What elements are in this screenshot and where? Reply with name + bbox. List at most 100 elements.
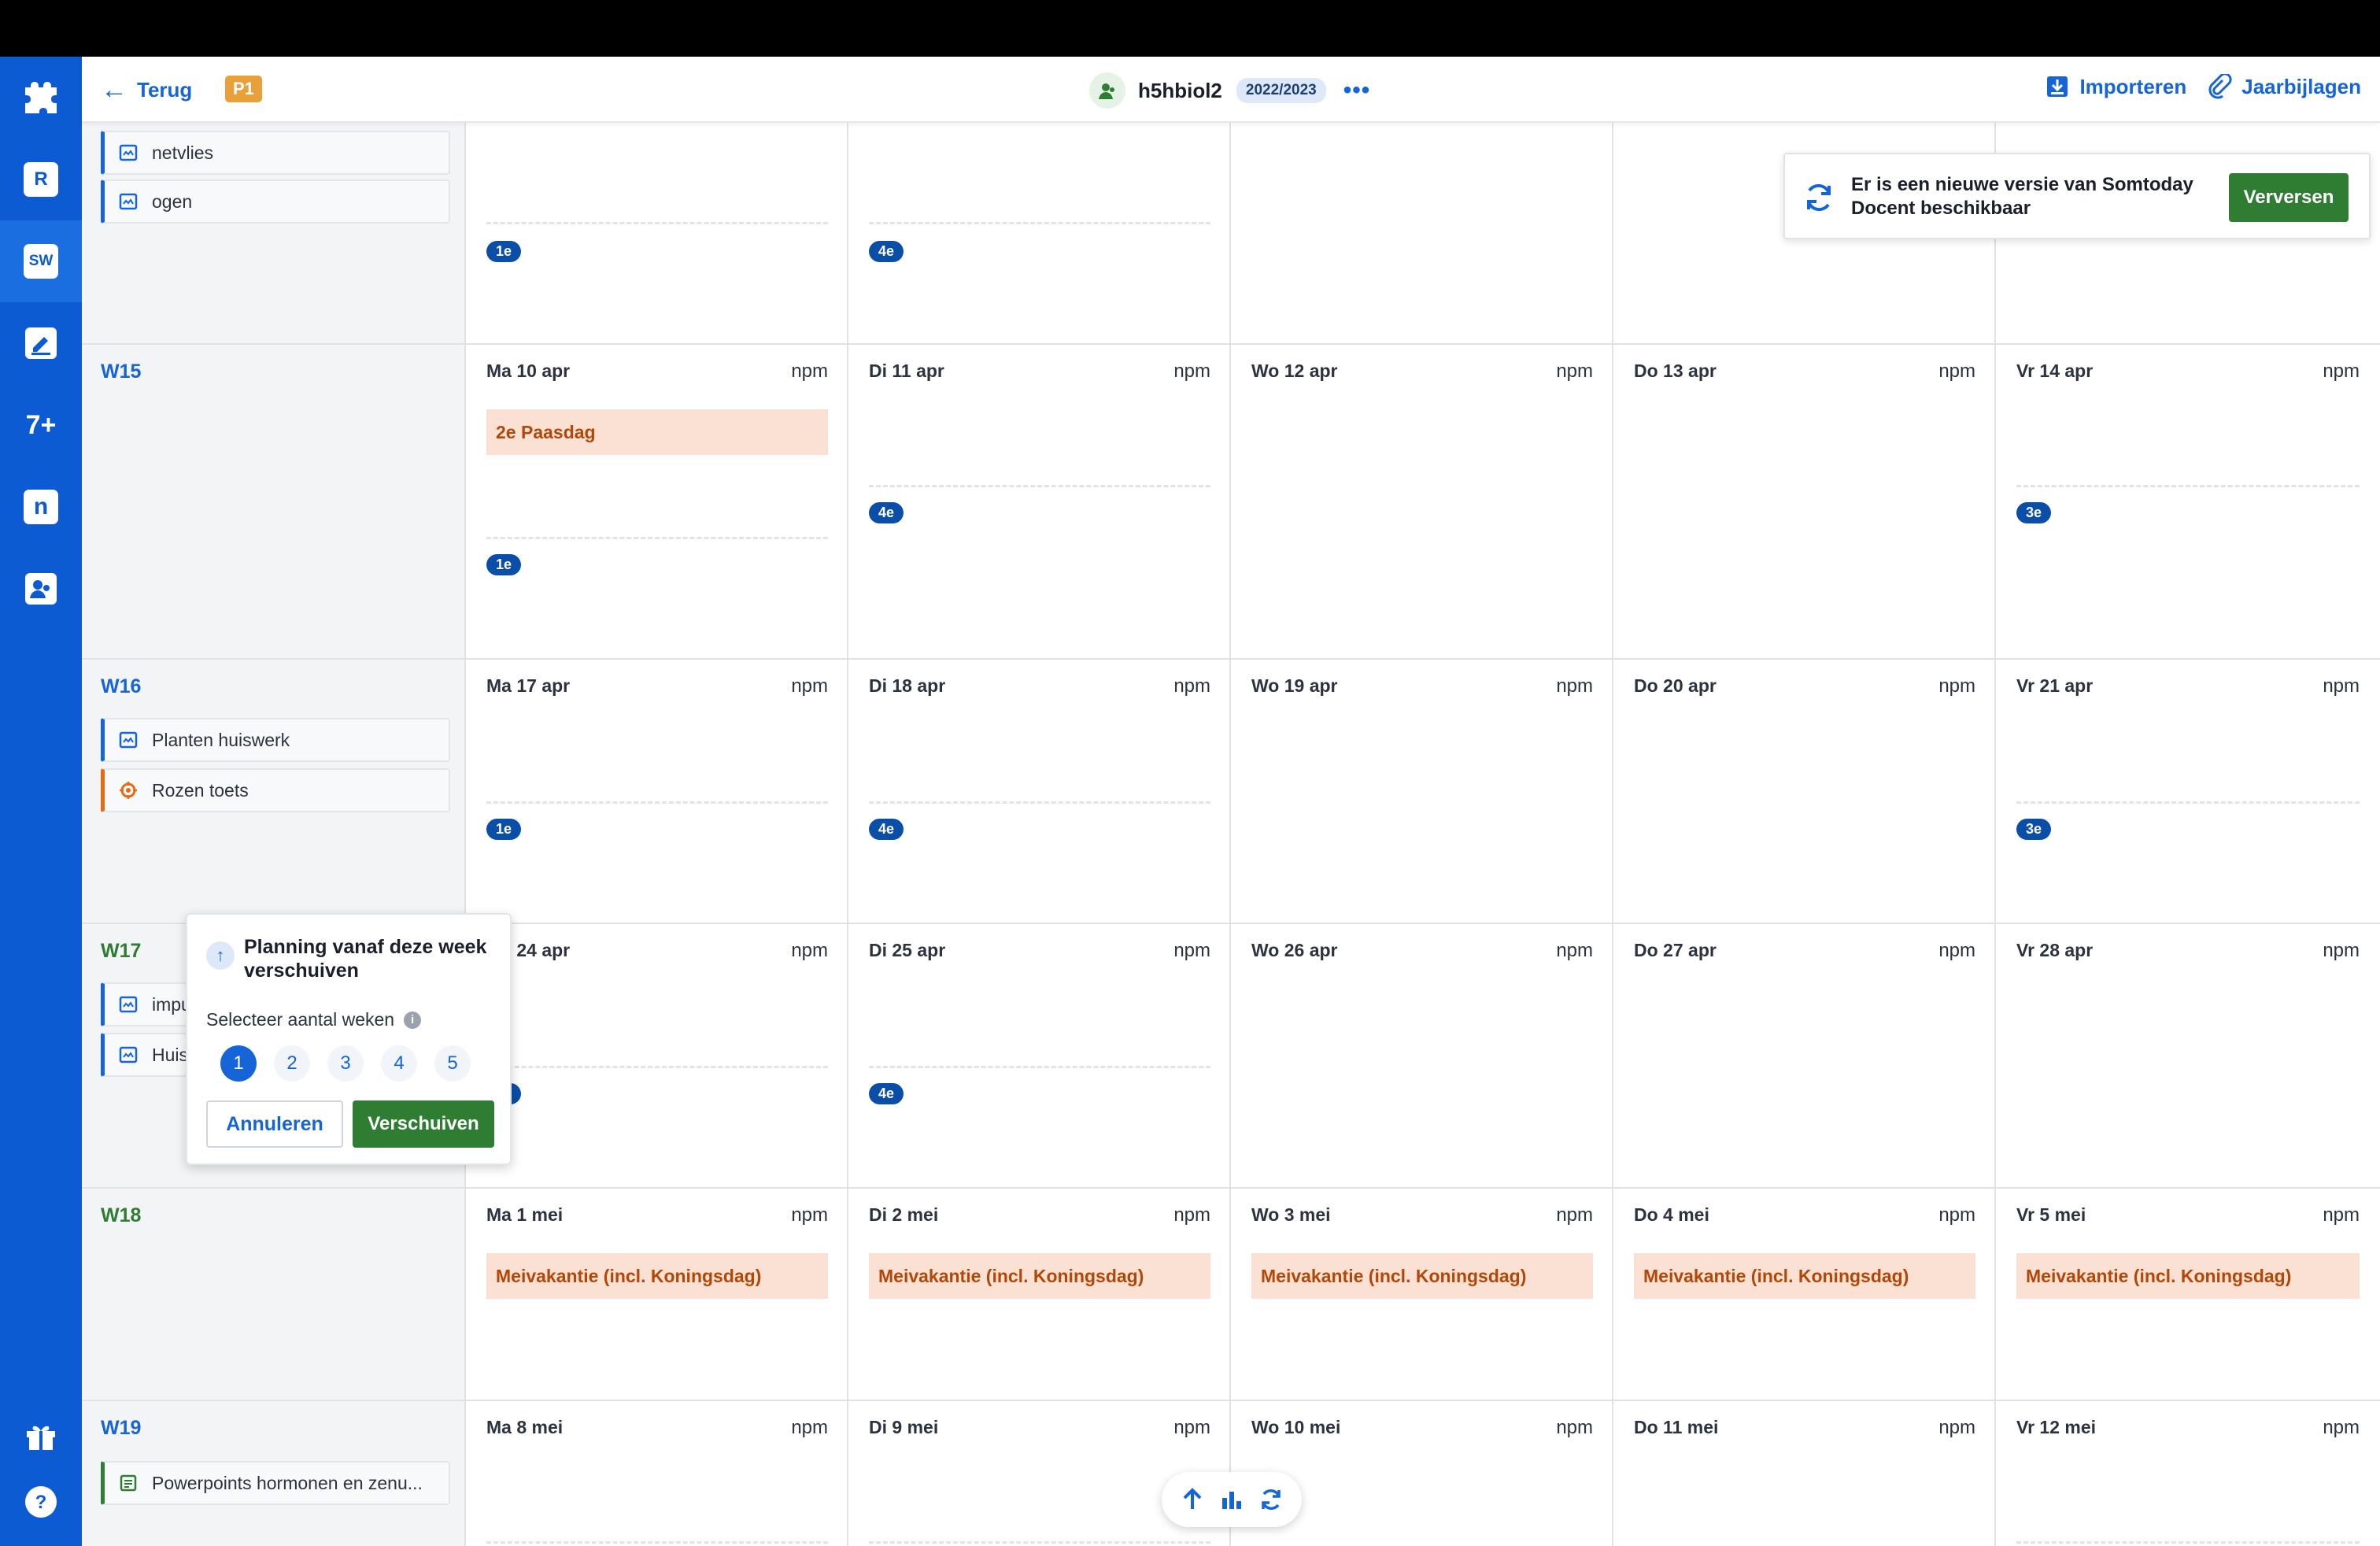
day-cell[interactable]: Di 11 apr npm 4e: [848, 345, 1231, 658]
day-cell[interactable]: Ma 10 apr npm 2e Paasdag 1e: [466, 345, 848, 658]
weeks-option-1[interactable]: 1: [220, 1045, 257, 1082]
lesson-pill: 4e: [869, 1083, 904, 1104]
day-cell[interactable]: Do 11 mei npm: [1613, 1401, 1996, 1546]
info-icon[interactable]: i: [404, 1011, 422, 1029]
day-label: Wo 12 apr: [1251, 361, 1338, 381]
npm-label: npm: [1938, 1417, 1975, 1438]
scroll-up-icon[interactable]: [1177, 1484, 1208, 1515]
day-cell[interactable]: Vr 28 apr npm: [1996, 924, 2378, 1187]
task-item[interactable]: netvlies: [101, 131, 450, 175]
day-label: Vr 21 apr: [2016, 675, 2094, 696]
holiday-banner: Meivakantie (incl. Koningsdag): [2016, 1253, 2360, 1299]
day-label: Ma 1 mei: [486, 1204, 564, 1225]
weeks-option-3[interactable]: 3: [327, 1045, 364, 1082]
lesson-pill: 4e: [869, 502, 904, 523]
day-cell[interactable]: Do 27 apr npm: [1613, 924, 1996, 1187]
task-item[interactable]: Rozen toets: [101, 768, 450, 812]
day-cell[interactable]: Di 9 mei npm: [848, 1401, 1231, 1546]
npm-label: npm: [1556, 940, 1593, 961]
lesson-pill: 1e: [486, 241, 522, 262]
npm-label: npm: [1173, 361, 1210, 382]
sidebar-item-rooster[interactable]: R: [0, 139, 82, 220]
day-cell[interactable]: Ma 17 apr npm 1e: [466, 660, 848, 923]
app-window: R SW 7+ n ? ← Terug P1 h5hbiol2 2022/202…: [0, 57, 2380, 1546]
day-cell[interactable]: Di 18 apr npm 4e: [848, 660, 1231, 923]
day-cell[interactable]: Di 2 mei npm Meivakantie (incl. Koningsd…: [848, 1189, 1231, 1400]
paperclip-icon: [2208, 74, 2232, 99]
divider: [869, 485, 1210, 487]
leerlingen-icon: [25, 573, 57, 605]
npm-label: npm: [1173, 1204, 1210, 1226]
weeks-option-2[interactable]: 2: [274, 1045, 310, 1082]
day-label: Do 11 mei: [1634, 1417, 1719, 1437]
homework-icon: [119, 996, 138, 1013]
day-label: Do 13 apr: [1634, 361, 1717, 381]
day-label: Ma 8 mei: [486, 1417, 564, 1437]
day-cell[interactable]: Wo 12 apr npm: [1231, 345, 1613, 658]
day-cell[interactable]: Di 25 apr npm 4e: [848, 924, 1231, 1187]
year-plans-button[interactable]: Jaarbijlagen: [2207, 74, 2361, 99]
popover-subtitle: Selecteer aantal weken i: [206, 1009, 422, 1030]
day-cell[interactable]: Do 13 apr npm: [1613, 345, 1996, 658]
sidebar-item-leerlingen[interactable]: [0, 548, 82, 630]
notification-text: Er is een nieuwe versie van Somtoday Doc…: [1851, 174, 2193, 219]
day-cell[interactable]: 1e: [466, 123, 848, 343]
day-cell[interactable]: Wo 10 mei npm: [1231, 1401, 1613, 1546]
day-cell[interactable]: Wo 26 apr npm: [1231, 924, 1613, 1187]
divider: [486, 537, 828, 539]
day-cell[interactable]: Vr 5 mei npm Meivakantie (incl. Koningsd…: [1996, 1189, 2378, 1400]
more-options-icon[interactable]: •••: [1343, 77, 1371, 104]
update-notification: Er is een nieuwe versie van Somtoday Doc…: [1783, 153, 2371, 239]
task-item[interactable]: ogen: [101, 179, 450, 224]
day-cell[interactable]: Vr 12 mei npm: [1996, 1401, 2378, 1546]
sidebar-item-studiewijzer[interactable]: SW: [0, 220, 82, 302]
class-selector[interactable]: h5hbiol2 2022/2023 •••: [1089, 71, 1370, 110]
day-cell[interactable]: Vr 21 apr npm 3e: [1996, 660, 2378, 923]
top-black-bar: [0, 0, 2380, 57]
npm-label: npm: [1938, 940, 1975, 961]
shift-button[interactable]: Verschuiven: [353, 1100, 494, 1148]
task-item[interactable]: Planten huiswerk: [101, 718, 450, 762]
day-label: Do 4 mei: [1634, 1204, 1709, 1225]
holiday-banner: 2e Paasdag: [486, 409, 828, 455]
day-cell[interactable]: Wo 19 apr npm: [1231, 660, 1613, 923]
task-title: Planten huiswerk: [152, 729, 290, 750]
back-button[interactable]: ← Terug: [101, 74, 192, 105]
npm-label: npm: [1173, 675, 1210, 697]
sidebar-item-cijfers[interactable]: 7+: [0, 384, 82, 466]
holiday-banner: Meivakantie (incl. Koningsdag): [869, 1253, 1210, 1299]
import-button[interactable]: Importeren: [2045, 74, 2186, 99]
day-label: Vr 12 mei: [2016, 1417, 2097, 1437]
refresh-button[interactable]: Verversen: [2229, 173, 2349, 222]
weeks-option-5[interactable]: 5: [434, 1045, 471, 1082]
school-year-badge: 2022/2023: [1236, 78, 1326, 103]
cancel-button[interactable]: Annuleren: [206, 1100, 343, 1148]
day-cell[interactable]: 4e: [848, 123, 1231, 343]
day-cell[interactable]: Ma 1 mei npm Meivakantie (incl. Koningsd…: [466, 1189, 848, 1400]
bar-chart-icon[interactable]: [1216, 1484, 1247, 1515]
day-cell[interactable]: Ma 24 apr npm 1e: [466, 924, 848, 1187]
day-cell[interactable]: [1231, 123, 1613, 343]
homework-icon: [119, 731, 138, 749]
class-avatar-icon: [1089, 72, 1125, 109]
week-label: W19: [101, 1417, 142, 1439]
day-label: Vr 28 apr: [2016, 940, 2094, 960]
year-plans-label: Jaarbijlagen: [2241, 74, 2361, 98]
sync-icon[interactable]: [1255, 1484, 1287, 1515]
sidebar-item-puzzle[interactable]: [0, 57, 82, 139]
weeks-option-4[interactable]: 4: [381, 1045, 417, 1082]
sidebar-item-inleveren[interactable]: [0, 302, 82, 384]
day-cell[interactable]: Vr 14 apr npm 3e: [1996, 345, 2378, 658]
day-cell[interactable]: Wo 3 mei npm Meivakantie (incl. Koningsd…: [1231, 1189, 1613, 1400]
sidebar-item-help[interactable]: ?: [0, 1461, 82, 1543]
task-item[interactable]: Powerpoints hormonen en zenu...: [101, 1461, 450, 1505]
day-cell[interactable]: Do 4 mei npm Meivakantie (incl. Koningsd…: [1613, 1189, 1996, 1400]
day-cell[interactable]: Do 20 apr npm: [1613, 660, 1996, 923]
divider: [486, 1066, 828, 1068]
day-cell[interactable]: Ma 8 mei npm: [466, 1401, 848, 1546]
sidebar-item-notities[interactable]: n: [0, 466, 82, 548]
day-row-w15: Ma 10 apr npm 2e Paasdag 1e Di 11 apr np…: [466, 345, 2380, 660]
divider: [2016, 1541, 2360, 1544]
homework-icon: [119, 193, 138, 210]
material-icon: [120, 1474, 137, 1492]
